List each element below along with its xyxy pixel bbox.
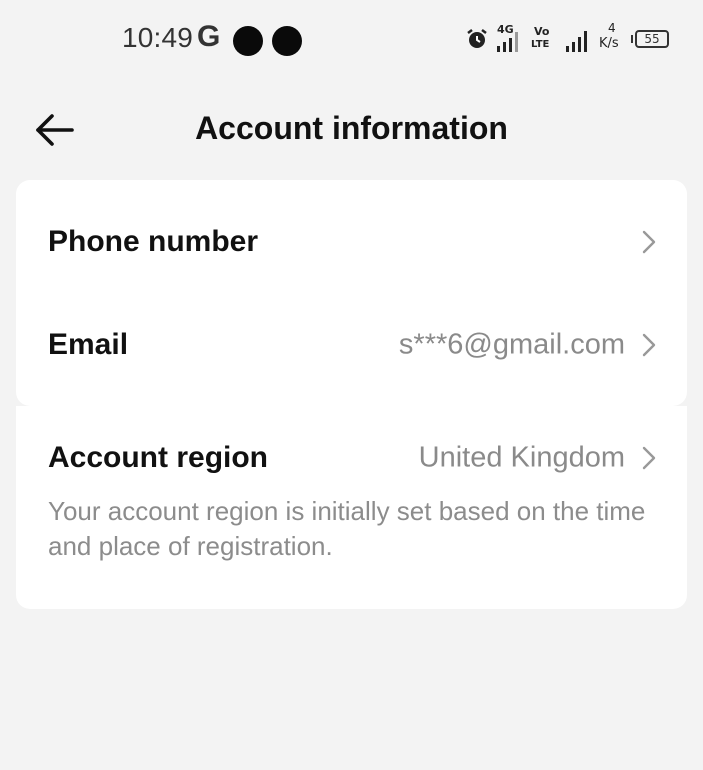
signal-bars-icon [566, 31, 587, 52]
notification-dot-icon [233, 26, 263, 56]
network-speed-value: 4 [608, 21, 616, 35]
battery-tip-icon [631, 35, 633, 43]
email-label: Email [48, 328, 129, 361]
chevron-right-icon [642, 230, 656, 254]
volte-top-label: Vo [534, 25, 550, 38]
volte-bottom-label: LTE [531, 39, 550, 50]
signal-bars-icon [497, 32, 518, 52]
phone-number-label: Phone number [48, 225, 259, 258]
google-icon: G [197, 20, 221, 53]
network-speed-unit: K/s [599, 36, 619, 51]
account-region-label: Account region [48, 441, 269, 474]
status-bar: 10:49 G 4G Vo LTE 4 K/s 55 [0, 0, 703, 80]
chevron-right-icon [642, 333, 656, 357]
top-app-bar: Account information [0, 100, 703, 160]
chevron-right-icon [642, 446, 656, 470]
email-value: s***6@gmail.com [398, 328, 625, 361]
page-title: Account information [195, 110, 508, 146]
battery-icon: 55 [635, 30, 669, 48]
alarm-icon [467, 29, 487, 48]
network-speed: 4 K/s [599, 21, 625, 55]
volte-indicator: Vo LTE [531, 24, 559, 54]
phone-number-row[interactable]: Phone number [16, 207, 687, 277]
account-region-description: Your account region is initially set bas… [48, 496, 646, 561]
email-row[interactable]: Email s***6@gmail.com [16, 310, 687, 380]
contact-info-card: Phone number Email s***6@gmail.com [16, 180, 687, 406]
status-time: 10:49 [122, 22, 194, 53]
account-region-value: United Kingdom [418, 441, 625, 474]
notification-dot-icon [272, 26, 302, 56]
account-region-row[interactable]: Account region United Kingdom [16, 423, 687, 493]
network-4g-indicator: 4G [495, 24, 525, 54]
status-icons: 4G Vo LTE 4 K/s 55 [465, 22, 669, 56]
account-region-card: Account region United Kingdom Your accou… [16, 406, 687, 609]
